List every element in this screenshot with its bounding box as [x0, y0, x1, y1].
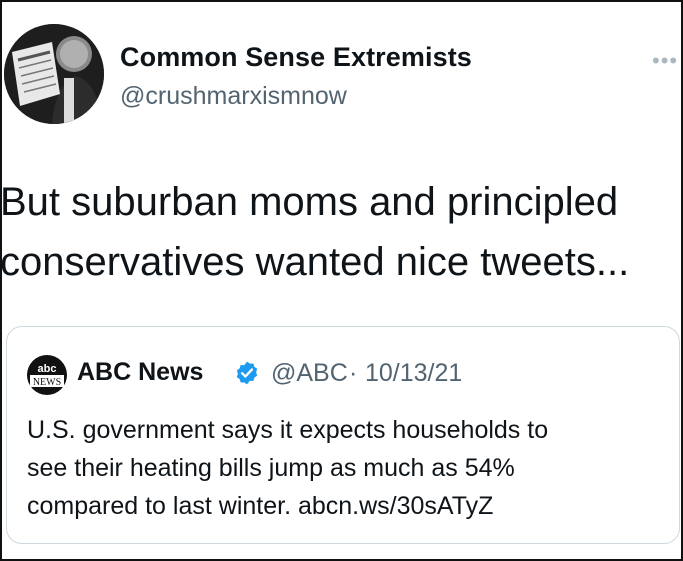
- quoted-tweet-text: U.S. government says it expects househol…: [27, 416, 549, 520]
- quoted-tweet[interactable]: abc NEWS ABC News @ABC · 10/13/21 U.S. g…: [6, 326, 680, 544]
- verified-badge-icon: [234, 360, 260, 386]
- author-handle[interactable]: @crushmarxismnow: [120, 82, 347, 111]
- svg-text:abc: abc: [38, 363, 57, 375]
- abc-news-logo-icon[interactable]: abc NEWS: [27, 355, 67, 395]
- quoted-author-name[interactable]: ABC News: [77, 358, 203, 387]
- more-options-icon[interactable]: •••: [652, 48, 678, 74]
- author-avatar[interactable]: [4, 24, 104, 124]
- author-display-name[interactable]: Common Sense Extremists: [120, 42, 472, 73]
- svg-text:NEWS: NEWS: [33, 377, 61, 388]
- tweet-text: But suburban moms and principled conserv…: [0, 180, 630, 284]
- quoted-tweet-date[interactable]: 10/13/21: [365, 359, 462, 388]
- separator-dot: ·: [349, 359, 358, 387]
- tweet-card: Common Sense Extremists @crushmarxismnow…: [0, 0, 683, 561]
- quoted-author-handle[interactable]: @ABC: [271, 359, 348, 388]
- avatar-photo-icon: [4, 24, 104, 124]
